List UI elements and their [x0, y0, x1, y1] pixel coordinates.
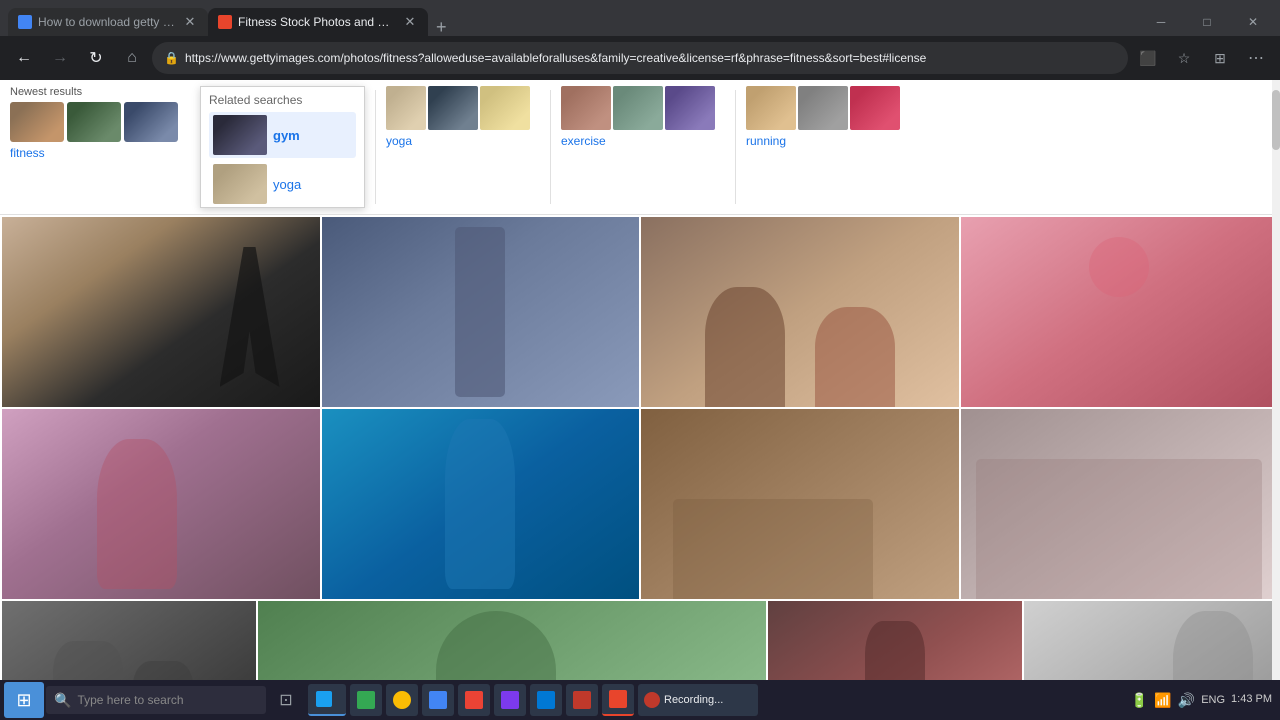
address-bar-row: ← → ↻ ⌂ 🔒 https://www.gettyimages.com/ph…: [0, 36, 1280, 80]
new-tab-button[interactable]: +: [428, 18, 455, 36]
taskbar-icons-row: Recording...: [350, 684, 758, 716]
taskbar-volume-icon: 🔊: [1178, 692, 1195, 709]
taskbar-right-section: 🔋 📶 🔊 ENG 1:43 PM: [1131, 692, 1276, 709]
taskbar-language: ENG: [1201, 694, 1225, 706]
photo-item-10[interactable]: [258, 601, 766, 680]
taskbar-edge-icon: [316, 691, 332, 707]
tab-favicon-2: [218, 15, 232, 29]
tab-inactive[interactable]: How to download getty imag... ✕: [8, 8, 208, 36]
settings-button[interactable]: ⋯: [1240, 42, 1272, 74]
taskbar-icon-recording[interactable]: Recording...: [638, 684, 758, 716]
divider-2: [550, 90, 551, 204]
taskbar-network-icon: 📶: [1154, 692, 1171, 709]
close-button[interactable]: ✕: [1230, 8, 1276, 36]
related-label-yoga: yoga: [273, 177, 301, 192]
related-label-gym: gym: [273, 128, 300, 143]
photo-row-3: [2, 601, 1278, 680]
newest-thumb-2[interactable]: [67, 102, 121, 142]
reload-button[interactable]: ↻: [80, 42, 112, 74]
photo-item-8[interactable]: [961, 409, 1279, 599]
taskbar-app-edge[interactable]: [308, 684, 346, 716]
address-text: https://www.gettyimages.com/photos/fitne…: [185, 51, 1116, 65]
photo-item-7[interactable]: [641, 409, 959, 599]
taskbar-icon-3[interactable]: [422, 684, 454, 716]
photo-item-5[interactable]: [2, 409, 320, 599]
top-section: Newest results fitness Related searches …: [0, 80, 1280, 215]
related-thumb-gym: [213, 115, 267, 155]
photo-item-12[interactable]: [1024, 601, 1278, 680]
newest-label: Newest results: [10, 86, 192, 98]
taskbar-icon-6[interactable]: [530, 684, 562, 716]
favorites-button[interactable]: ☆: [1168, 42, 1200, 74]
extensions-button[interactable]: ⬛: [1132, 42, 1164, 74]
strip-yoga[interactable]: yoga: [386, 86, 530, 208]
browser-window: How to download getty imag... ✕ Fitness …: [0, 0, 1280, 80]
taskbar-icon-2[interactable]: [386, 684, 418, 716]
strip-yoga-label: yoga: [386, 134, 412, 148]
start-button[interactable]: ⊞: [4, 682, 44, 718]
photo-item-1[interactable]: [2, 217, 320, 407]
photo-item-3[interactable]: [641, 217, 959, 407]
newest-link[interactable]: fitness: [10, 146, 192, 160]
maximize-button[interactable]: □: [1184, 8, 1230, 36]
newest-thumb-1[interactable]: [10, 102, 64, 142]
taskbar-search-icon: 🔍: [54, 692, 71, 709]
divider-3: [735, 90, 736, 204]
photo-item-11[interactable]: [768, 601, 1022, 680]
back-button[interactable]: ←: [8, 42, 40, 74]
divider-1: [375, 90, 376, 204]
address-bar[interactable]: 🔒 https://www.gettyimages.com/photos/fit…: [152, 42, 1128, 74]
lock-icon: 🔒: [164, 51, 179, 65]
task-view-button[interactable]: ⊡: [268, 684, 304, 716]
photo-item-9[interactable]: [2, 601, 256, 680]
strip-running-thumbs: [746, 86, 900, 130]
taskbar-time: 1:43 PM: [1231, 693, 1272, 706]
tab-close-2[interactable]: ✕: [402, 14, 418, 30]
newest-thumbnails: [10, 102, 192, 142]
home-button[interactable]: ⌂: [116, 42, 148, 74]
photo-row-1: [2, 217, 1278, 407]
photo-grid: [0, 215, 1280, 680]
related-item-gym[interactable]: gym: [209, 112, 356, 158]
related-thumb-yoga: [213, 164, 267, 204]
strip-exercise-thumbs: [561, 86, 715, 130]
taskbar-icon-4[interactable]: [458, 684, 490, 716]
taskbar-battery-icon: 🔋: [1131, 692, 1148, 709]
newest-results-panel: Newest results fitness: [10, 86, 200, 208]
forward-button[interactable]: →: [44, 42, 76, 74]
strip-running-label: running: [746, 134, 786, 148]
taskbar-icon-5[interactable]: [494, 684, 526, 716]
related-item-yoga[interactable]: yoga: [209, 161, 356, 207]
photo-item-4[interactable]: [961, 217, 1279, 407]
collections-button[interactable]: ⊞: [1204, 42, 1236, 74]
scrollbar[interactable]: [1272, 80, 1280, 680]
related-dropdown: Related searches gym yoga: [200, 86, 365, 208]
tab-bar: How to download getty imag... ✕ Fitness …: [0, 0, 1280, 36]
window-controls: ─ □ ✕: [1138, 8, 1280, 36]
minimize-button[interactable]: ─: [1138, 8, 1184, 36]
tab-active[interactable]: Fitness Stock Photos and Pict... ✕: [208, 8, 428, 36]
taskbar-icon-8[interactable]: [602, 684, 634, 716]
strip-exercise-label: exercise: [561, 134, 606, 148]
strip-running[interactable]: running: [746, 86, 900, 208]
main-content: Newest results fitness Related searches …: [0, 80, 1280, 680]
taskbar-time-block[interactable]: 1:43 PM: [1231, 693, 1272, 706]
photo-row-2: [2, 409, 1278, 599]
photo-item-2[interactable]: [322, 217, 640, 407]
taskbar-icon-7[interactable]: [566, 684, 598, 716]
scrollbar-thumb[interactable]: [1272, 90, 1280, 150]
tab-title-1: How to download getty imag...: [38, 15, 176, 29]
photo-item-6[interactable]: [322, 409, 640, 599]
taskbar: ⊞ 🔍 Type here to search ⊡: [0, 680, 1280, 720]
tab-favicon-1: [18, 15, 32, 29]
taskbar-icon-1[interactable]: [350, 684, 382, 716]
taskbar-search-placeholder: Type here to search: [77, 693, 183, 707]
strip-exercise[interactable]: exercise: [561, 86, 715, 208]
tab-close-1[interactable]: ✕: [182, 14, 198, 30]
strip-yoga-thumbs: [386, 86, 530, 130]
tab-title-2: Fitness Stock Photos and Pict...: [238, 15, 396, 29]
taskbar-search[interactable]: 🔍 Type here to search: [46, 686, 266, 714]
newest-thumb-3[interactable]: [124, 102, 178, 142]
related-title: Related searches: [209, 93, 356, 107]
